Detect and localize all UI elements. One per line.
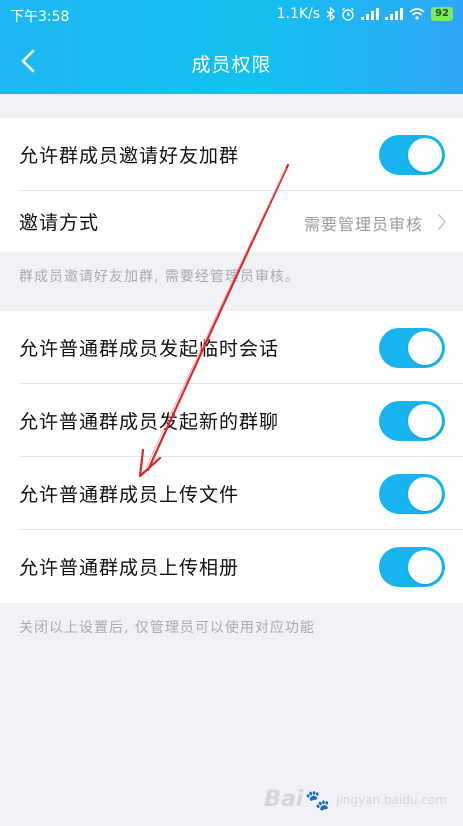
temp-chat-label: 允许普通群成员发起临时会话 — [19, 338, 280, 360]
member-permissions-group: 允许普通群成员发起临时会话 允许普通群成员发起新的群聊 允许普通群成员上传文件 … — [0, 311, 463, 603]
invite-method-label: 邀请方式 — [19, 212, 100, 234]
page-title: 成员权限 — [191, 54, 272, 76]
temp-chat-toggle[interactable] — [379, 328, 445, 368]
invite-method-value: 需要管理员审核 — [303, 215, 423, 234]
upload-files-toggle[interactable] — [379, 474, 445, 514]
watermark-brand: Bai — [264, 787, 304, 812]
signal-icon — [385, 8, 404, 20]
new-group-chat-toggle[interactable] — [379, 401, 445, 441]
toggle-knob — [408, 404, 442, 438]
invite-friends-toggle[interactable] — [379, 135, 445, 175]
permissions-hint: 关闭以上设置后, 仅管理员可以使用对应功能 — [19, 620, 315, 636]
invite-settings-group: 允许群成员邀请好友加群 邀请方式 需要管理员审核 — [0, 118, 463, 252]
network-speed: 1.1K/s — [276, 6, 321, 22]
upload-files-row: 允许普通群成员上传文件 — [0, 457, 463, 530]
invite-friends-row: 允许群成员邀请好友加群 — [0, 118, 463, 191]
upload-album-toggle[interactable] — [379, 547, 445, 587]
upload-album-label: 允许普通群成员上传相册 — [19, 557, 240, 579]
toggle-knob — [408, 550, 442, 584]
baidu-watermark: Bai 🐾 jingyan.baidu.com — [264, 787, 447, 812]
watermark-sub: jingyan.baidu.com — [336, 792, 447, 807]
new-group-chat-label: 允许普通群成员发起新的群聊 — [19, 411, 280, 433]
status-bar: 下午3:58 1.1K/s 92 — [0, 0, 463, 28]
upload-album-row: 允许普通群成员上传相册 — [0, 530, 463, 603]
wifi-icon — [409, 8, 425, 20]
app-header: 下午3:58 1.1K/s 92 成员权限 — [0, 0, 463, 94]
upload-files-label: 允许普通群成员上传文件 — [19, 484, 240, 506]
toggle-knob — [408, 331, 442, 365]
alarm-icon — [341, 7, 355, 21]
chevron-right-icon — [438, 214, 446, 230]
signal-icon — [361, 8, 380, 20]
toggle-knob — [408, 138, 442, 172]
temp-chat-row: 允许普通群成员发起临时会话 — [0, 311, 463, 384]
paw-icon: 🐾 — [305, 787, 331, 812]
battery-level: 92 — [431, 7, 453, 21]
new-group-chat-row: 允许普通群成员发起新的群聊 — [0, 384, 463, 457]
nav-bar: 成员权限 — [0, 28, 463, 94]
invite-hint: 群成员邀请好友加群, 需要经管理员审核。 — [19, 269, 300, 285]
toggle-knob — [408, 477, 442, 511]
invite-method-row[interactable]: 邀请方式 需要管理员审核 — [0, 191, 463, 252]
bluetooth-icon — [326, 7, 336, 21]
invite-friends-label: 允许群成员邀请好友加群 — [19, 145, 240, 167]
status-time: 下午3:58 — [10, 9, 70, 25]
status-icons: 1.1K/s 92 — [277, 6, 453, 22]
